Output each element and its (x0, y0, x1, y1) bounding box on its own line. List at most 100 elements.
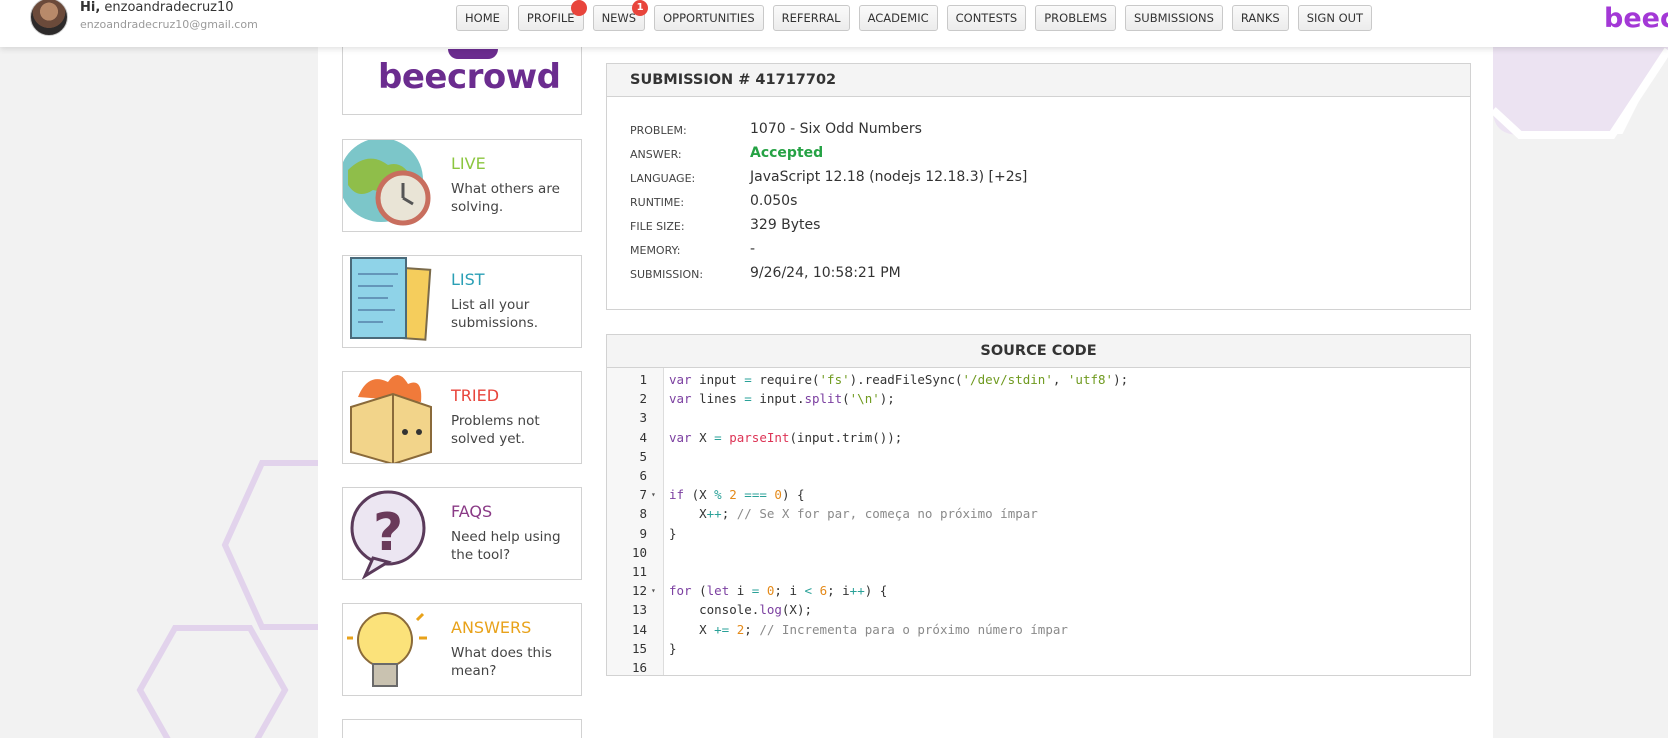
code-line: 4 var X = parseInt(input.trim()); (607, 428, 1470, 447)
sidebar-card-live[interactable]: LIVE What others are solving. (342, 139, 582, 232)
sidebar-card-title: TRIED (451, 386, 500, 405)
nav-button-label: SIGN OUT (1306, 11, 1364, 25)
code-text: X += 2; // Incrementa para o próximo núm… (669, 621, 1068, 637)
nav-button-label: SUBMISSIONS (1134, 11, 1214, 25)
nav-button-label: CONTESTS (955, 11, 1018, 25)
nav-profile-button[interactable]: PROFILE (517, 0, 587, 31)
code-text: var input = require('fs').readFileSync('… (669, 372, 1129, 387)
nav-button-label: PROFILE (526, 11, 575, 25)
nav-button-label: PROBLEMS (1044, 11, 1107, 25)
nav-problems-button[interactable]: PROBLEMS (1035, 5, 1116, 31)
submission-row-label: FILE SIZE: (630, 220, 685, 233)
sidebar-card-title: ANSWERS (451, 618, 532, 637)
sidebar-card-description: List all your submissions. (451, 297, 539, 331)
line-number: 16 (631, 660, 647, 675)
submission-row-value: - (750, 241, 756, 257)
burning-box-icon (343, 372, 438, 463)
submission-row-value: Accepted (750, 145, 824, 161)
nav-sign-out-button[interactable]: SIGN OUT (1297, 5, 1373, 31)
code-line: 15} (607, 639, 1470, 658)
code-text: } (669, 525, 677, 541)
lightbulb-icon (343, 604, 438, 695)
nav-contests-button[interactable]: CONTESTS (946, 5, 1027, 31)
nav-button-label: REFERRAL (781, 11, 841, 25)
sidebar-card-description: Need help using the tool? (451, 529, 561, 563)
code-line: 1 var input = require('fs').readFileSync(… (607, 370, 1470, 389)
nav-opportunities-button[interactable]: OPPORTUNITIES (654, 5, 764, 31)
nav-button-label: RANKS (1240, 11, 1280, 25)
notification-badge: 1 (632, 0, 649, 16)
nav-submissions-button[interactable]: SUBMISSIONS (1125, 5, 1223, 31)
nav-home-button[interactable]: HOME (456, 5, 509, 31)
nav-news-button[interactable]: NEWS 1 (592, 0, 649, 31)
code-line: 6 (607, 466, 1470, 485)
sidebar-card-partial[interactable] (342, 719, 582, 738)
code-line: 16 (607, 658, 1470, 675)
fold-arrow-icon[interactable]: ▾ (651, 581, 656, 600)
line-number: 1 (639, 372, 647, 387)
source-code-header: SOURCE CODE (607, 335, 1470, 368)
svg-text:?: ? (373, 503, 403, 563)
code-line: 10 (607, 543, 1470, 562)
beecrowd-logo-text: beecrowd (378, 57, 561, 97)
sidebar-card-tried[interactable]: TRIED Problems not solved yet. (342, 371, 582, 464)
nav-ranks-button[interactable]: RANKS (1231, 5, 1289, 31)
sidebar-card-title: LIST (451, 270, 485, 289)
line-number: 10 (631, 544, 647, 560)
sidebar-card-list[interactable]: LIST List all your submissions. (342, 255, 582, 348)
line-number: 14 (631, 621, 647, 637)
submission-info-panel: SUBMISSION # 41717702 PROBLEM: 1070 - Six… (606, 63, 1471, 310)
code-line: 3 (607, 408, 1470, 427)
top-header: Hi, enzoandradecruz10 enzoandradecruz10@… (0, 0, 1668, 47)
line-number: 6 (639, 468, 647, 483)
question-bubble-icon: ? (343, 488, 438, 579)
line-number: 5 (639, 448, 647, 464)
submission-row-label: PROBLEM: (630, 124, 687, 137)
sidebar-card-description: Problems not solved yet. (451, 413, 540, 447)
submission-row-value: 0.050s (750, 193, 798, 209)
submission-row-label: LANGUAGE: (630, 172, 696, 185)
submission-row-value: JavaScript 12.18 (nodejs 12.18.3) [+2s] (750, 169, 1028, 185)
username[interactable]: enzoandradecruz10 (104, 0, 233, 15)
code-line: 2 var lines = input.split('\n'); (607, 389, 1470, 408)
sidebar-card-description: What others are solving. (451, 181, 560, 215)
greeting: Hi, enzoandradecruz10 (80, 0, 234, 15)
line-number: 4 (639, 429, 647, 445)
source-code-panel: SOURCE CODE 1 var input = require('fs').r… (606, 334, 1471, 676)
line-number: 3 (639, 410, 647, 426)
code-text: if (X % 2 === 0) { (669, 487, 805, 503)
code-line: 12 ▾ for (let i = 0; i < 6; i++) { (607, 581, 1470, 600)
line-number: 12 (631, 583, 647, 599)
fold-arrow-icon[interactable]: ▾ (651, 485, 656, 504)
submission-row-value: 9/26/24, 10:58:21 PM (750, 265, 901, 281)
code-line: 11 (607, 562, 1470, 581)
nav-referral-button[interactable]: REFERRAL (772, 5, 850, 31)
code-text: for (let i = 0; i < 6; i++) { (669, 583, 888, 599)
globe-clock-icon (343, 140, 438, 231)
papers-icon (343, 256, 438, 347)
beecrowd-logo-card[interactable]: beecrowd (342, 38, 582, 115)
sidebar-card-title: LIVE (451, 154, 486, 173)
code-line: 5 (607, 447, 1470, 466)
submission-row-label: SUBMISSION: (630, 268, 704, 281)
line-number: 15 (631, 640, 647, 656)
nav-button-label: OPPORTUNITIES (663, 11, 755, 25)
sidebar-card-answers[interactable]: ANSWERS What does this mean? (342, 603, 582, 696)
code-line: 8 X++; // Se X for par, começa no próxim… (607, 504, 1470, 523)
user-avatar[interactable] (30, 0, 68, 36)
line-number: 2 (639, 391, 647, 407)
brand-logo-text[interactable]: beec (1604, 3, 1668, 34)
nav-button-label: NEWS (601, 11, 637, 25)
nav-academic-button[interactable]: ACADEMIC (858, 5, 938, 31)
submission-row-value[interactable]: 1070 - Six Odd Numbers (750, 121, 922, 137)
nav-button-label: ACADEMIC (867, 11, 929, 25)
submission-row-label: MEMORY: (630, 244, 681, 257)
code-line: 14 X += 2; // Incrementa para o próximo … (607, 620, 1470, 639)
line-number: 7 (639, 487, 647, 503)
code-line: 9} (607, 524, 1470, 543)
code-text: var X = parseInt(input.trim()); (669, 429, 903, 445)
sidebar-card-faqs[interactable]: ? FAQS Need help using the tool? (342, 487, 582, 580)
main-nav: HOME PROFILE NEWS 1 OPPORTUNITIES REFERRAL AC… (456, 0, 1373, 31)
code-text: X++; // Se X for par, começa no próximo … (669, 506, 1038, 522)
greeting-prefix: Hi, (80, 0, 101, 15)
